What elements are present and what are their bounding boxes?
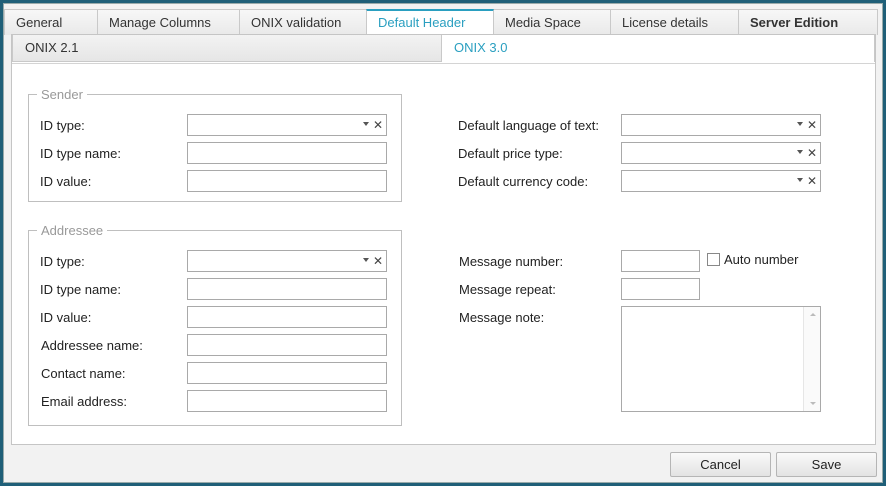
sender-id-type-label: ID type: <box>40 118 85 133</box>
chevron-down-icon[interactable] <box>363 258 369 262</box>
tab-server-edition[interactable]: Server Edition <box>738 9 878 35</box>
clear-x-icon[interactable]: ✕ <box>807 117 817 133</box>
tab-manage-columns[interactable]: Manage Columns <box>97 9 240 35</box>
contact-name-label: Contact name: <box>41 366 126 381</box>
settings-window: General Manage Columns ONIX validation M… <box>3 3 883 483</box>
default-header-panel: ONIX 2.1 ONIX 3.0 Sender ID type: ✕ ID t… <box>11 34 876 445</box>
subtab-onix-3-0[interactable]: ONIX 3.0 <box>441 35 875 62</box>
auto-number-checkbox[interactable] <box>707 253 720 266</box>
default-currency-label: Default currency code: <box>458 174 589 189</box>
tab-general[interactable]: General <box>4 9 98 35</box>
addressee-legend: Addressee <box>37 223 108 238</box>
sender-id-type-name-input[interactable] <box>187 142 387 164</box>
message-repeat-label: Message repeat: <box>459 282 556 297</box>
chevron-down-icon[interactable] <box>797 122 803 126</box>
sender-id-type-dropdown[interactable]: ✕ <box>187 114 387 136</box>
sender-legend: Sender <box>37 87 87 102</box>
default-language-label: Default language of text: <box>458 118 599 133</box>
chevron-down-icon[interactable] <box>797 178 803 182</box>
chevron-down-icon[interactable] <box>797 150 803 154</box>
scroll-down-icon[interactable] <box>810 402 816 405</box>
message-note-label: Message note: <box>459 310 545 325</box>
clear-x-icon[interactable]: ✕ <box>373 117 383 133</box>
addressee-name-label: Addressee name: <box>41 338 143 353</box>
auto-number-label[interactable]: Auto number <box>724 252 798 267</box>
email-address-label: Email address: <box>41 394 127 409</box>
note-scrollbar[interactable] <box>803 307 820 411</box>
clear-x-icon[interactable]: ✕ <box>807 145 817 161</box>
message-number-label: Message number: <box>459 254 564 269</box>
sender-id-value-label: ID value: <box>40 174 92 189</box>
default-language-dropdown[interactable]: ✕ <box>621 114 821 136</box>
addressee-id-value-label: ID value: <box>40 310 92 325</box>
addressee-id-type-dropdown[interactable]: ✕ <box>187 250 387 272</box>
default-price-type-dropdown[interactable]: ✕ <box>621 142 821 164</box>
default-currency-dropdown[interactable]: ✕ <box>621 170 821 192</box>
chevron-down-icon[interactable] <box>363 122 369 126</box>
message-note-textarea[interactable] <box>621 306 821 412</box>
subtab-onix-2-1[interactable]: ONIX 2.1 <box>12 35 442 62</box>
tab-onix-validation[interactable]: ONIX validation <box>239 9 367 35</box>
tab-media-space[interactable]: Media Space <box>493 9 611 35</box>
sender-id-value-input[interactable] <box>187 170 387 192</box>
addressee-id-value-input[interactable] <box>187 306 387 328</box>
addressee-id-type-label: ID type: <box>40 254 85 269</box>
sender-id-type-name-label: ID type name: <box>40 146 121 161</box>
clear-x-icon[interactable]: ✕ <box>373 253 383 269</box>
tab-license-details[interactable]: License details <box>610 9 739 35</box>
addressee-id-type-name-label: ID type name: <box>40 282 121 297</box>
clear-x-icon[interactable]: ✕ <box>807 173 817 189</box>
scroll-up-icon[interactable] <box>810 313 816 316</box>
onix-3-0-form: Sender ID type: ✕ ID type name: ID value… <box>12 63 875 444</box>
message-repeat-input[interactable] <box>621 278 700 300</box>
message-number-input[interactable] <box>621 250 700 272</box>
email-address-input[interactable] <box>187 390 387 412</box>
cancel-button[interactable]: Cancel <box>670 452 771 477</box>
save-button[interactable]: Save <box>776 452 877 477</box>
addressee-name-input[interactable] <box>187 334 387 356</box>
onix-version-tab-bar: ONIX 2.1 ONIX 3.0 <box>12 35 875 63</box>
addressee-id-type-name-input[interactable] <box>187 278 387 300</box>
default-price-type-label: Default price type: <box>458 146 563 161</box>
contact-name-input[interactable] <box>187 362 387 384</box>
